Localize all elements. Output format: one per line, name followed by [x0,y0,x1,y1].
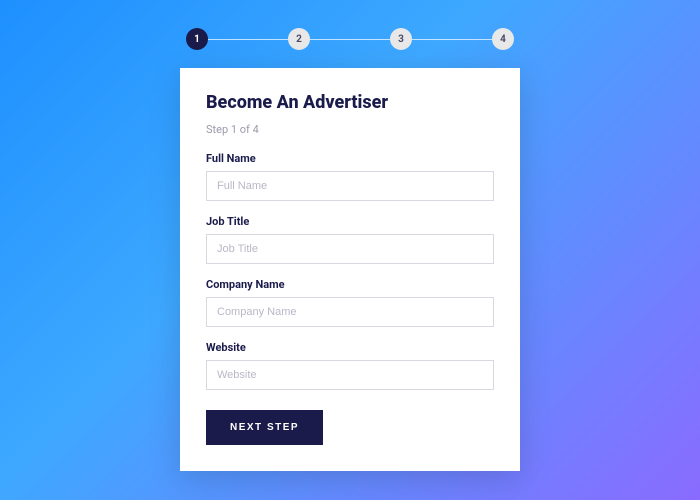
step-connector [310,39,390,40]
website-label: Website [206,341,494,354]
step-circle-4[interactable]: 4 [492,28,514,50]
field-group-job-title: Job Title [206,215,494,264]
full-name-label: Full Name [206,152,494,165]
website-input[interactable] [206,360,494,390]
company-name-label: Company Name [206,278,494,291]
step-circle-1[interactable]: 1 [186,28,208,50]
step-connector [412,39,492,40]
job-title-label: Job Title [206,215,494,228]
field-group-full-name: Full Name [206,152,494,201]
step-circle-3[interactable]: 3 [390,28,412,50]
form-card: Become An Advertiser Step 1 of 4 Full Na… [180,68,520,471]
field-group-website: Website [206,341,494,390]
step-counter-text: Step 1 of 4 [206,123,494,136]
field-group-company-name: Company Name [206,278,494,327]
step-indicator: 1 2 3 4 [186,28,514,50]
job-title-input[interactable] [206,234,494,264]
step-circle-2[interactable]: 2 [288,28,310,50]
next-step-button[interactable]: NEXT STEP [206,410,323,445]
step-connector [208,39,288,40]
page-title: Become An Advertiser [206,92,494,113]
company-name-input[interactable] [206,297,494,327]
full-name-input[interactable] [206,171,494,201]
